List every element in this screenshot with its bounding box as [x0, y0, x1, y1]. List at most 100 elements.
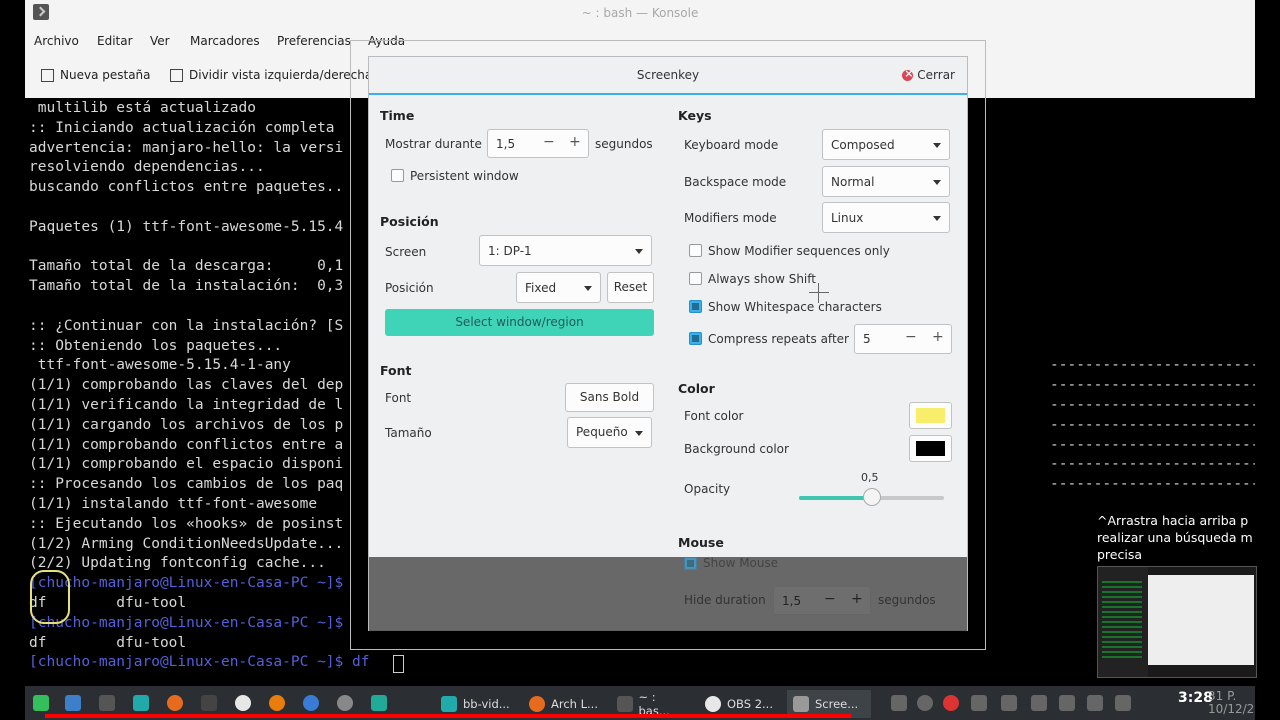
background-color-swatch [916, 441, 945, 456]
tray-battery-icon[interactable] [1059, 695, 1075, 711]
menu-archivo[interactable]: Archivo [34, 34, 79, 48]
reset-button[interactable]: Reset [607, 272, 654, 303]
tray-record-icon[interactable] [943, 695, 959, 711]
dialog-title: Screenkey [636, 68, 700, 82]
new-tab-button[interactable]: Nueva pestaña [41, 68, 151, 82]
plus-icon[interactable]: + [851, 591, 863, 607]
swipe-hint: ^Arrastra hacia arriba p realizar una bú… [1097, 512, 1257, 563]
editor-icon[interactable] [201, 695, 217, 711]
compress-spinbox[interactable]: 5 − + [854, 324, 952, 354]
tray-display-icon[interactable] [971, 695, 987, 711]
terminal-line: :: Ejecutando los «hooks» de posinst [29, 515, 344, 532]
video-thumbnail[interactable] [1097, 566, 1257, 678]
text-cursor [393, 655, 404, 673]
terminal-line: df dfu-tool [29, 634, 187, 651]
menu-editar[interactable]: Editar [97, 34, 133, 48]
compress-value: 5 [863, 332, 871, 346]
headphones-icon[interactable] [303, 695, 319, 711]
terminal-icon [617, 696, 633, 712]
plus-icon[interactable]: + [932, 329, 944, 345]
background-color-label: Background color [684, 442, 789, 456]
screen-select[interactable]: 1: DP-1 [479, 235, 652, 266]
chevron-down-icon [635, 249, 643, 254]
select-region-button[interactable]: Select window/region [385, 309, 654, 336]
always-shift-checkbox[interactable] [689, 272, 702, 285]
opacity-value: 0,5 [861, 471, 879, 484]
terminal-line: Paquetes (1) ttf-font-awesome-5.15.4 [29, 218, 344, 235]
font-button[interactable]: Sans Bold [565, 383, 654, 412]
plus-icon[interactable]: + [569, 134, 581, 150]
window-title: ~ : bash — Konsole [581, 6, 699, 20]
firefox-icon [529, 696, 545, 712]
menu-preferencias[interactable]: Preferencias [277, 34, 351, 48]
blender-icon[interactable] [269, 695, 285, 711]
terminal-icon[interactable] [99, 695, 115, 711]
terminal-progress-line: -----------------------------] 10 [1050, 456, 1255, 473]
chevron-down-icon [635, 431, 643, 436]
chevron-down-icon [584, 286, 592, 291]
show-for-label: Mostrar durante [385, 137, 482, 151]
pager-icon[interactable] [65, 695, 81, 711]
menu-ver[interactable]: Ver [150, 34, 170, 48]
modifiers-mode-value: Linux [831, 211, 864, 225]
screenshot-icon[interactable] [371, 695, 387, 711]
menu-marcadores[interactable]: Marcadores [190, 34, 260, 48]
terminal-line: Tamaño total de la descarga: 0,1 [29, 258, 344, 275]
hide-duration-spinbox[interactable]: 1,5 − + [773, 586, 871, 615]
chevron-up-icon: ^ [1097, 513, 1108, 528]
terminal-line: (1/1) comprobando conflictos entre a [29, 436, 344, 453]
opacity-slider-handle[interactable] [862, 488, 881, 506]
tray-update-icon[interactable] [917, 695, 933, 711]
video-progress-bar[interactable] [45, 714, 852, 718]
close-button[interactable]: Cerrar [902, 67, 955, 82]
split-view-button[interactable]: Dividir vista izquierda/derecha [170, 68, 372, 82]
app-menu-icon[interactable] [33, 695, 49, 711]
chevron-down-icon [933, 180, 941, 185]
backspace-mode-value: Normal [831, 175, 875, 189]
tray-bluetooth-icon[interactable] [1031, 695, 1047, 711]
font-color-swatch [916, 408, 945, 423]
firefox-icon[interactable] [167, 695, 183, 711]
files-icon[interactable] [133, 695, 149, 711]
hide-duration-value: 1,5 [782, 594, 802, 608]
position-label: Posición [385, 281, 434, 295]
terminal-line: advertencia: manjaro-hello: la versi [29, 139, 344, 156]
modifiers-mode-select[interactable]: Linux [822, 202, 950, 233]
keyboard-mode-select[interactable]: Composed [822, 129, 950, 160]
mouse-heading: Mouse [678, 535, 724, 550]
minus-icon[interactable]: − [824, 591, 836, 607]
terminal-line: [chucho-manjaro@Linux-en-Casa-PC ~]$ [29, 614, 344, 631]
show-mouse-checkbox[interactable] [684, 557, 697, 570]
dialog-shaded-area: Show Mouse Hide duration 1,5 − + segundo… [369, 556, 967, 631]
terminal-progress-line: -----------------------------] 10 [1050, 397, 1255, 413]
terminal-line: resolviendo dependencias... [29, 159, 265, 176]
split-view-icon [170, 68, 183, 82]
background-color-button[interactable] [909, 435, 952, 462]
dialog-titlebar: Screenkey Cerrar [369, 57, 967, 95]
font-label: Font [385, 391, 412, 405]
size-select[interactable]: Pequeño [567, 417, 652, 448]
show-modifier-checkbox[interactable] [689, 244, 702, 257]
size-label: Tamaño [385, 426, 432, 440]
minus-icon[interactable]: − [543, 134, 555, 150]
show-for-spinbox[interactable]: 1,5 − + [487, 129, 589, 158]
tray-clipboard-icon[interactable] [1001, 695, 1017, 711]
screenkey-dialog: Screenkey Cerrar Time Mostrar durante 1,… [368, 56, 968, 631]
tray-wifi-icon[interactable] [1087, 695, 1103, 711]
show-whitespace-checkbox[interactable] [689, 300, 702, 313]
tray-volume-icon[interactable] [1115, 695, 1131, 711]
tray-network-icon[interactable] [891, 695, 907, 711]
persistent-checkbox[interactable] [391, 169, 404, 182]
minus-icon[interactable]: − [905, 329, 917, 345]
obs-icon[interactable] [235, 695, 251, 711]
position-select[interactable]: Fixed [516, 272, 601, 303]
font-heading: Font [380, 363, 412, 378]
terminal-progress-line: -----------------------------] 10 [1050, 416, 1255, 433]
font-color-button[interactable] [909, 402, 952, 429]
backspace-mode-select[interactable]: Normal [822, 166, 950, 197]
position-value: Fixed [525, 281, 557, 295]
modifiers-mode-label: Modifiers mode [684, 211, 777, 225]
browser-icon[interactable] [337, 695, 353, 711]
show-modifier-label: Show Modifier sequences only [708, 244, 890, 258]
compress-checkbox[interactable] [689, 332, 702, 345]
